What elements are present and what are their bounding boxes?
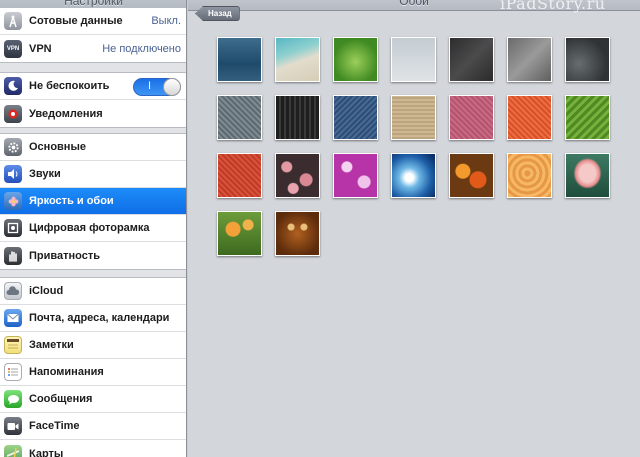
sidebar-item-value: Выкл. — [151, 15, 181, 27]
sidebar-item-messages[interactable]: Сообщения — [0, 386, 186, 413]
toggle-knob — [163, 78, 181, 96]
sidebar-item-label: FaceTime — [29, 420, 80, 432]
sidebar-item-label: Сообщения — [29, 393, 93, 405]
settings-group-notifications: Не беспокоить I Уведомления — [0, 72, 186, 128]
sidebar-item-value: Не подключено — [102, 42, 181, 55]
notifications-icon — [4, 104, 22, 123]
sidebar-item-label: Цифровая фоторамка — [29, 222, 150, 234]
sidebar-item-notifications[interactable]: Уведомления — [0, 100, 186, 127]
notes-icon — [4, 336, 22, 354]
wallpaper-thumb-orange-weave[interactable] — [507, 95, 552, 140]
watermark: iPadStory.ru — [500, 0, 606, 13]
wallpaper-thumb-cherry-blossom[interactable] — [275, 153, 320, 198]
wallpaper-thumb-red-leather[interactable] — [217, 153, 262, 198]
sidebar-item-label: Не беспокоить — [29, 80, 110, 92]
wallpaper-pane: Обои Назад iPadStory.ru — [188, 0, 640, 457]
sidebar-item-label: Карты — [29, 447, 64, 457]
maps-icon — [4, 444, 22, 457]
wallpaper-thumb-denim-blue[interactable] — [333, 95, 378, 140]
sidebar-item-vpn[interactable]: VPN VPN Не подключено — [0, 35, 186, 62]
wallpaper-thumb-water-blue[interactable] — [217, 37, 262, 82]
sidebar-item-icloud[interactable]: iCloud — [0, 278, 186, 305]
settings-group-network: Сотовые данные Выкл. VPN VPN Не подключе… — [0, 7, 186, 63]
mail-icon — [4, 309, 22, 327]
sidebar-item-label: Почта, адреса, календари — [29, 312, 170, 324]
sidebar-item-general[interactable]: Основные — [0, 134, 186, 161]
wallpaper-thumb-lotus-flower[interactable] — [565, 153, 610, 198]
reminders-icon — [4, 363, 22, 381]
sidebar-item-label: Приватность — [29, 249, 100, 262]
sidebar-item-sounds[interactable]: Звуки — [0, 161, 186, 188]
sidebar-item-reminders[interactable]: Напоминания — [0, 359, 186, 386]
antenna-icon — [4, 12, 22, 30]
wallpaper-thumb-beach-sand[interactable] — [275, 37, 320, 82]
wallpaper-thumb-ocean-wave[interactable] — [391, 153, 436, 198]
sidebar-item-privacy[interactable]: Приватность — [0, 242, 186, 269]
sidebar-item-maps[interactable]: Карты — [0, 440, 186, 457]
sidebar-item-brightness-wallpaper[interactable]: Яркость и обои — [0, 188, 186, 215]
sidebar-item-label: Напоминания — [29, 366, 104, 378]
sidebar-item-photo-frame[interactable]: Цифровая фоторамка — [0, 215, 186, 242]
sidebar-item-facetime[interactable]: FaceTime — [0, 413, 186, 440]
wallpaper-thumb-dark-stone[interactable] — [449, 37, 494, 82]
sidebar-item-label: Звуки — [29, 168, 61, 180]
cloud-icon — [4, 282, 22, 300]
toggle-on-label: I — [148, 80, 152, 92]
settings-group-general: Основные Звуки Яркость и обои Цифровая ф… — [0, 133, 186, 270]
sidebar-item-label: Заметки — [29, 339, 74, 351]
wallpaper-thumb-raindrops-gray[interactable] — [391, 37, 436, 82]
vpn-icon: VPN — [4, 39, 22, 58]
wallpaper-thumb-gray-rock[interactable] — [507, 37, 552, 82]
facetime-icon — [4, 417, 22, 435]
wallpaper-thumb-gravel-texture[interactable] — [217, 95, 262, 140]
sidebar-item-label: Сотовые данные — [29, 15, 123, 27]
wallpaper-thumb-green-wave[interactable] — [565, 95, 610, 140]
sidebar-item-mail[interactable]: Почта, адреса, календари — [0, 305, 186, 332]
settings-group-apps: iCloud Почта, адреса, календари Заметки … — [0, 277, 186, 457]
sidebar-item-label: Уведомления — [29, 107, 103, 120]
back-button[interactable]: Назад — [195, 6, 240, 21]
wallpaper-thumb-dark-slate[interactable] — [565, 37, 610, 82]
speaker-icon — [4, 165, 22, 183]
wallpaper-thumb-burlap-beige[interactable] — [391, 95, 436, 140]
messages-icon — [4, 390, 22, 408]
settings-sidebar: Настройки Сотовые данные Выкл. VPN VPN Н… — [0, 0, 187, 457]
sidebar-item-label: Яркость и обои — [29, 195, 114, 207]
wallpaper-thumb-orange-flowers[interactable] — [217, 211, 262, 256]
photo-frame-icon — [4, 219, 22, 237]
gear-icon — [4, 138, 22, 156]
sidebar-item-label: Основные — [29, 141, 86, 153]
sidebar-item-do-not-disturb[interactable]: Не беспокоить I — [0, 73, 186, 100]
wallpaper-thumb-wood-rings[interactable] — [507, 153, 552, 198]
hand-icon — [4, 246, 22, 265]
moon-icon — [4, 77, 22, 95]
sidebar-item-notes[interactable]: Заметки — [0, 332, 186, 359]
wallpaper-thumb-black-stripes[interactable] — [275, 95, 320, 140]
sidebar-item-cellular[interactable]: Сотовые данные Выкл. — [0, 8, 186, 35]
do-not-disturb-toggle[interactable]: I — [133, 78, 181, 96]
wallpaper-thumb-tribal-mask[interactable] — [275, 211, 320, 256]
wallpaper-thumb-pink-fabric[interactable] — [449, 95, 494, 140]
sidebar-item-label: iCloud — [29, 285, 64, 297]
wallpaper-thumb-purple-flowers[interactable] — [333, 153, 378, 198]
wallpaper-thumb-autumn-leaves[interactable] — [449, 153, 494, 198]
wallpaper-thumb-green-grass[interactable] — [333, 37, 378, 82]
sidebar-item-label: VPN — [29, 42, 52, 55]
flower-icon — [4, 192, 22, 210]
